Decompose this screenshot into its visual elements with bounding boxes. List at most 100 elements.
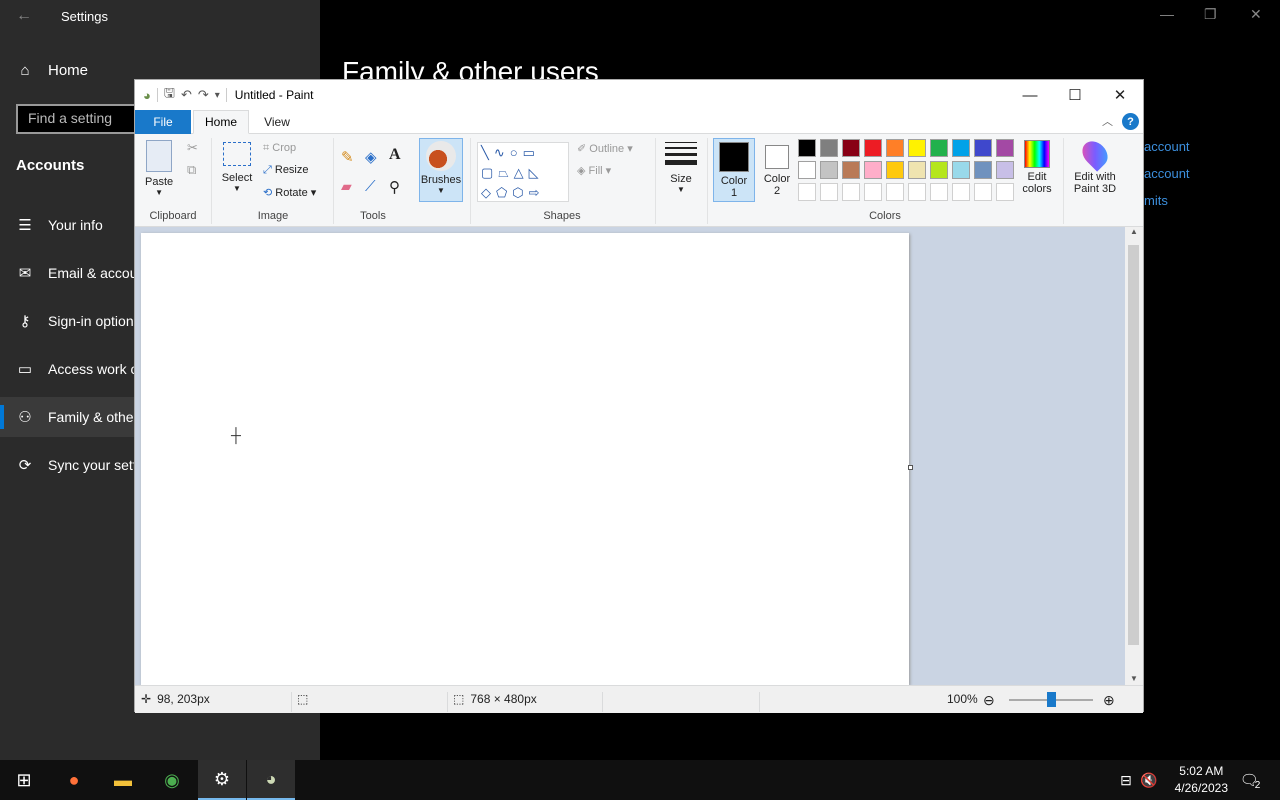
- save-icon[interactable]: 🖫: [164, 84, 175, 106]
- vertical-scrollbar[interactable]: ▲ ▼: [1125, 227, 1143, 685]
- size-dropdown[interactable]: Size ▼: [663, 142, 699, 194]
- palette-swatch[interactable]: [974, 139, 992, 157]
- redo-icon[interactable]: ↷: [198, 87, 209, 103]
- brushes-button[interactable]: Brushes ▼: [419, 138, 463, 202]
- scroll-thumb[interactable]: [1128, 245, 1139, 645]
- select-button[interactable]: Select ▼: [219, 142, 255, 193]
- palette-swatch[interactable]: [820, 161, 838, 179]
- palette-swatch[interactable]: [996, 161, 1014, 179]
- firefox-icon[interactable]: ●: [50, 760, 98, 800]
- zoom-in-icon[interactable]: ⊕: [1103, 692, 1115, 709]
- color2-button[interactable]: Color 2: [759, 141, 795, 197]
- color1-button[interactable]: Color 1: [713, 138, 755, 202]
- related-link[interactable]: account: [1144, 139, 1190, 154]
- fill-bucket-icon[interactable]: ◈: [365, 148, 377, 166]
- nav-label: Sign-in option: [48, 313, 134, 329]
- palette-swatch[interactable]: [842, 139, 860, 157]
- canvas-resize-handle[interactable]: [908, 465, 913, 470]
- palette-swatch[interactable]: [886, 161, 904, 179]
- edit-paint3d-button[interactable]: Edit with Paint 3D: [1067, 136, 1123, 195]
- color1-swatch: [719, 142, 749, 172]
- palette-swatch[interactable]: [798, 161, 816, 179]
- palette-swatch[interactable]: [886, 183, 904, 201]
- palette-swatch[interactable]: [864, 183, 882, 201]
- palette-swatch[interactable]: [952, 139, 970, 157]
- tab-file[interactable]: File: [135, 110, 191, 134]
- related-link[interactable]: account: [1144, 166, 1190, 181]
- palette-swatch[interactable]: [996, 183, 1014, 201]
- settings-restore-icon[interactable]: ❐: [1204, 6, 1217, 23]
- settings-close-icon[interactable]: ✕: [1250, 6, 1262, 23]
- copy-icon[interactable]: ⧉: [187, 162, 196, 178]
- eraser-icon[interactable]: ▰: [341, 178, 352, 195]
- related-link[interactable]: mits: [1144, 193, 1168, 208]
- palette-swatch[interactable]: [820, 183, 838, 201]
- system-clock[interactable]: 5:02 AM 4/26/2023: [1175, 763, 1228, 797]
- paint-taskbar-icon[interactable]: ◕: [247, 760, 295, 800]
- palette-swatch[interactable]: [996, 139, 1014, 157]
- home-nav[interactable]: ⌂ Home: [16, 62, 88, 79]
- palette-swatch[interactable]: [820, 139, 838, 157]
- palette-swatch[interactable]: [974, 161, 992, 179]
- close-icon[interactable]: ✕: [1097, 80, 1143, 110]
- notification-count: 2: [1254, 779, 1261, 791]
- fill-dropdown[interactable]: ◈ Fill ▾: [577, 164, 611, 177]
- scroll-up-icon[interactable]: ▲: [1125, 227, 1143, 236]
- resize-button[interactable]: ⤢ Resize: [263, 164, 309, 177]
- undo-icon[interactable]: ↶: [181, 87, 192, 103]
- crop-button[interactable]: ⌗ Crop: [263, 142, 296, 155]
- customize-qa-icon[interactable]: ▾: [215, 90, 220, 101]
- file-explorer-icon[interactable]: ▬: [99, 760, 147, 800]
- palette-swatch[interactable]: [930, 161, 948, 179]
- mail-icon: ✉: [18, 265, 32, 282]
- color-picker-icon[interactable]: ⟋: [365, 178, 376, 195]
- outline-dropdown[interactable]: ✐ Outline ▾: [577, 142, 633, 155]
- palette-swatch[interactable]: [930, 139, 948, 157]
- palette-swatch[interactable]: [952, 161, 970, 179]
- pencil-icon[interactable]: ✎: [341, 148, 354, 166]
- rotate-button[interactable]: ⟲ Rotate ▾: [263, 186, 316, 199]
- settings-gear-icon[interactable]: ⚙: [198, 760, 246, 800]
- clipboard-icon: [146, 140, 173, 172]
- notification-center-icon[interactable]: 🗨 2: [1230, 760, 1270, 800]
- palette-swatch[interactable]: [864, 161, 882, 179]
- shapes-gallery[interactable]: ╲∿○▭ ▢⏢△◺ ◇⬠⬡⇨: [477, 142, 569, 202]
- drawing-canvas[interactable]: ┼: [141, 233, 909, 685]
- volume-muted-icon[interactable]: 🔇: [1134, 760, 1164, 800]
- paste-button[interactable]: Paste ▼: [145, 140, 173, 197]
- outline-label: Outline: [589, 143, 625, 155]
- palette-swatch[interactable]: [908, 183, 926, 201]
- palette-swatch[interactable]: [842, 183, 860, 201]
- palette-swatch[interactable]: [886, 139, 904, 157]
- zoom-out-icon[interactable]: ⊖: [983, 692, 995, 709]
- resize-icon: ⤢: [263, 164, 272, 176]
- crop-label: Crop: [272, 142, 297, 154]
- palette-swatch[interactable]: [842, 161, 860, 179]
- zoom-slider-thumb[interactable]: [1047, 692, 1056, 707]
- edit-colors-button[interactable]: Edit colors: [1019, 140, 1055, 195]
- size-label: Size: [670, 173, 692, 185]
- scroll-down-icon[interactable]: ▼: [1125, 674, 1143, 683]
- tab-view[interactable]: View: [253, 110, 301, 134]
- palette-swatch[interactable]: [798, 139, 816, 157]
- palette-swatch[interactable]: [930, 183, 948, 201]
- cut-icon[interactable]: ✂: [187, 140, 198, 156]
- collapse-ribbon-icon[interactable]: ︿: [1102, 113, 1113, 129]
- tab-home[interactable]: Home: [193, 110, 249, 134]
- text-tool-icon[interactable]: A: [389, 146, 401, 164]
- magnifier-icon[interactable]: ⚲: [389, 178, 400, 196]
- settings-minimize-icon[interactable]: —: [1160, 6, 1174, 22]
- back-arrow-icon[interactable]: ←: [16, 7, 32, 25]
- start-windows-icon[interactable]: ⊞: [0, 760, 48, 800]
- palette-swatch[interactable]: [798, 183, 816, 201]
- palette-swatch[interactable]: [864, 139, 882, 157]
- palette-swatch[interactable]: [952, 183, 970, 201]
- palette-swatch[interactable]: [974, 183, 992, 201]
- help-icon[interactable]: ?: [1122, 113, 1139, 130]
- palette-swatch[interactable]: [908, 161, 926, 179]
- chrome-icon[interactable]: ◉: [148, 760, 196, 800]
- window-title: Untitled - Paint: [234, 88, 314, 102]
- minimize-icon[interactable]: —: [1007, 80, 1053, 110]
- palette-swatch[interactable]: [908, 139, 926, 157]
- maximize-icon[interactable]: ☐: [1052, 80, 1098, 110]
